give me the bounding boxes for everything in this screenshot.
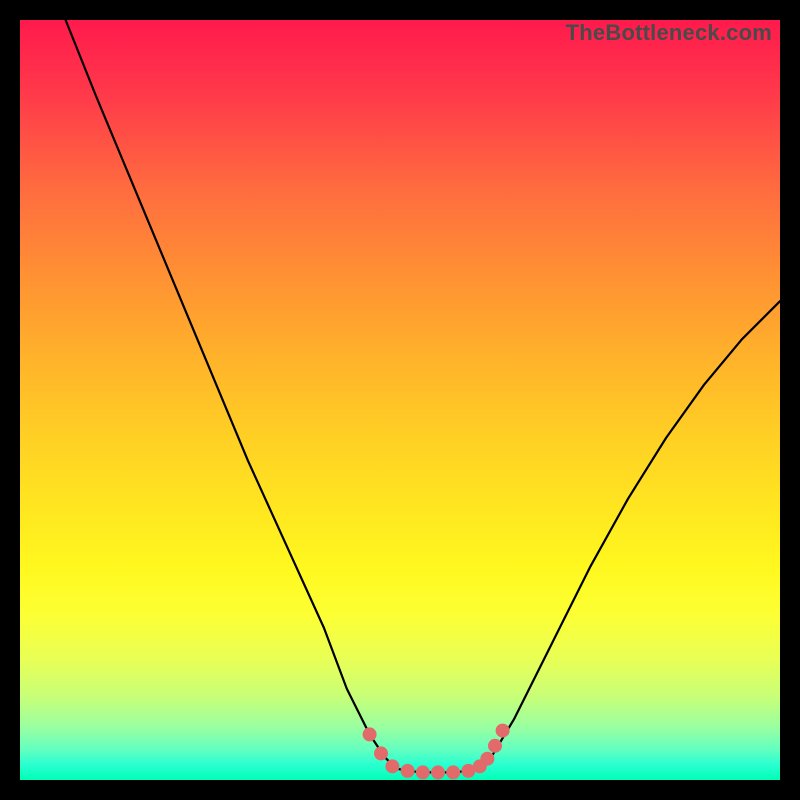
data-marker (374, 746, 388, 760)
watermark-text: TheBottleneck.com (566, 20, 772, 46)
data-marker (385, 759, 399, 773)
data-marker (431, 765, 445, 779)
data-marker (401, 764, 415, 778)
plot-area: TheBottleneck.com (20, 20, 780, 780)
data-marker (416, 765, 430, 779)
data-marker (488, 739, 502, 753)
chart-frame: TheBottleneck.com (0, 0, 800, 800)
data-marker (446, 765, 460, 779)
curve-overlay (20, 20, 780, 780)
data-marker (480, 752, 494, 766)
bottleneck-curve (66, 20, 780, 772)
data-marker (363, 727, 377, 741)
data-marker (496, 724, 510, 738)
